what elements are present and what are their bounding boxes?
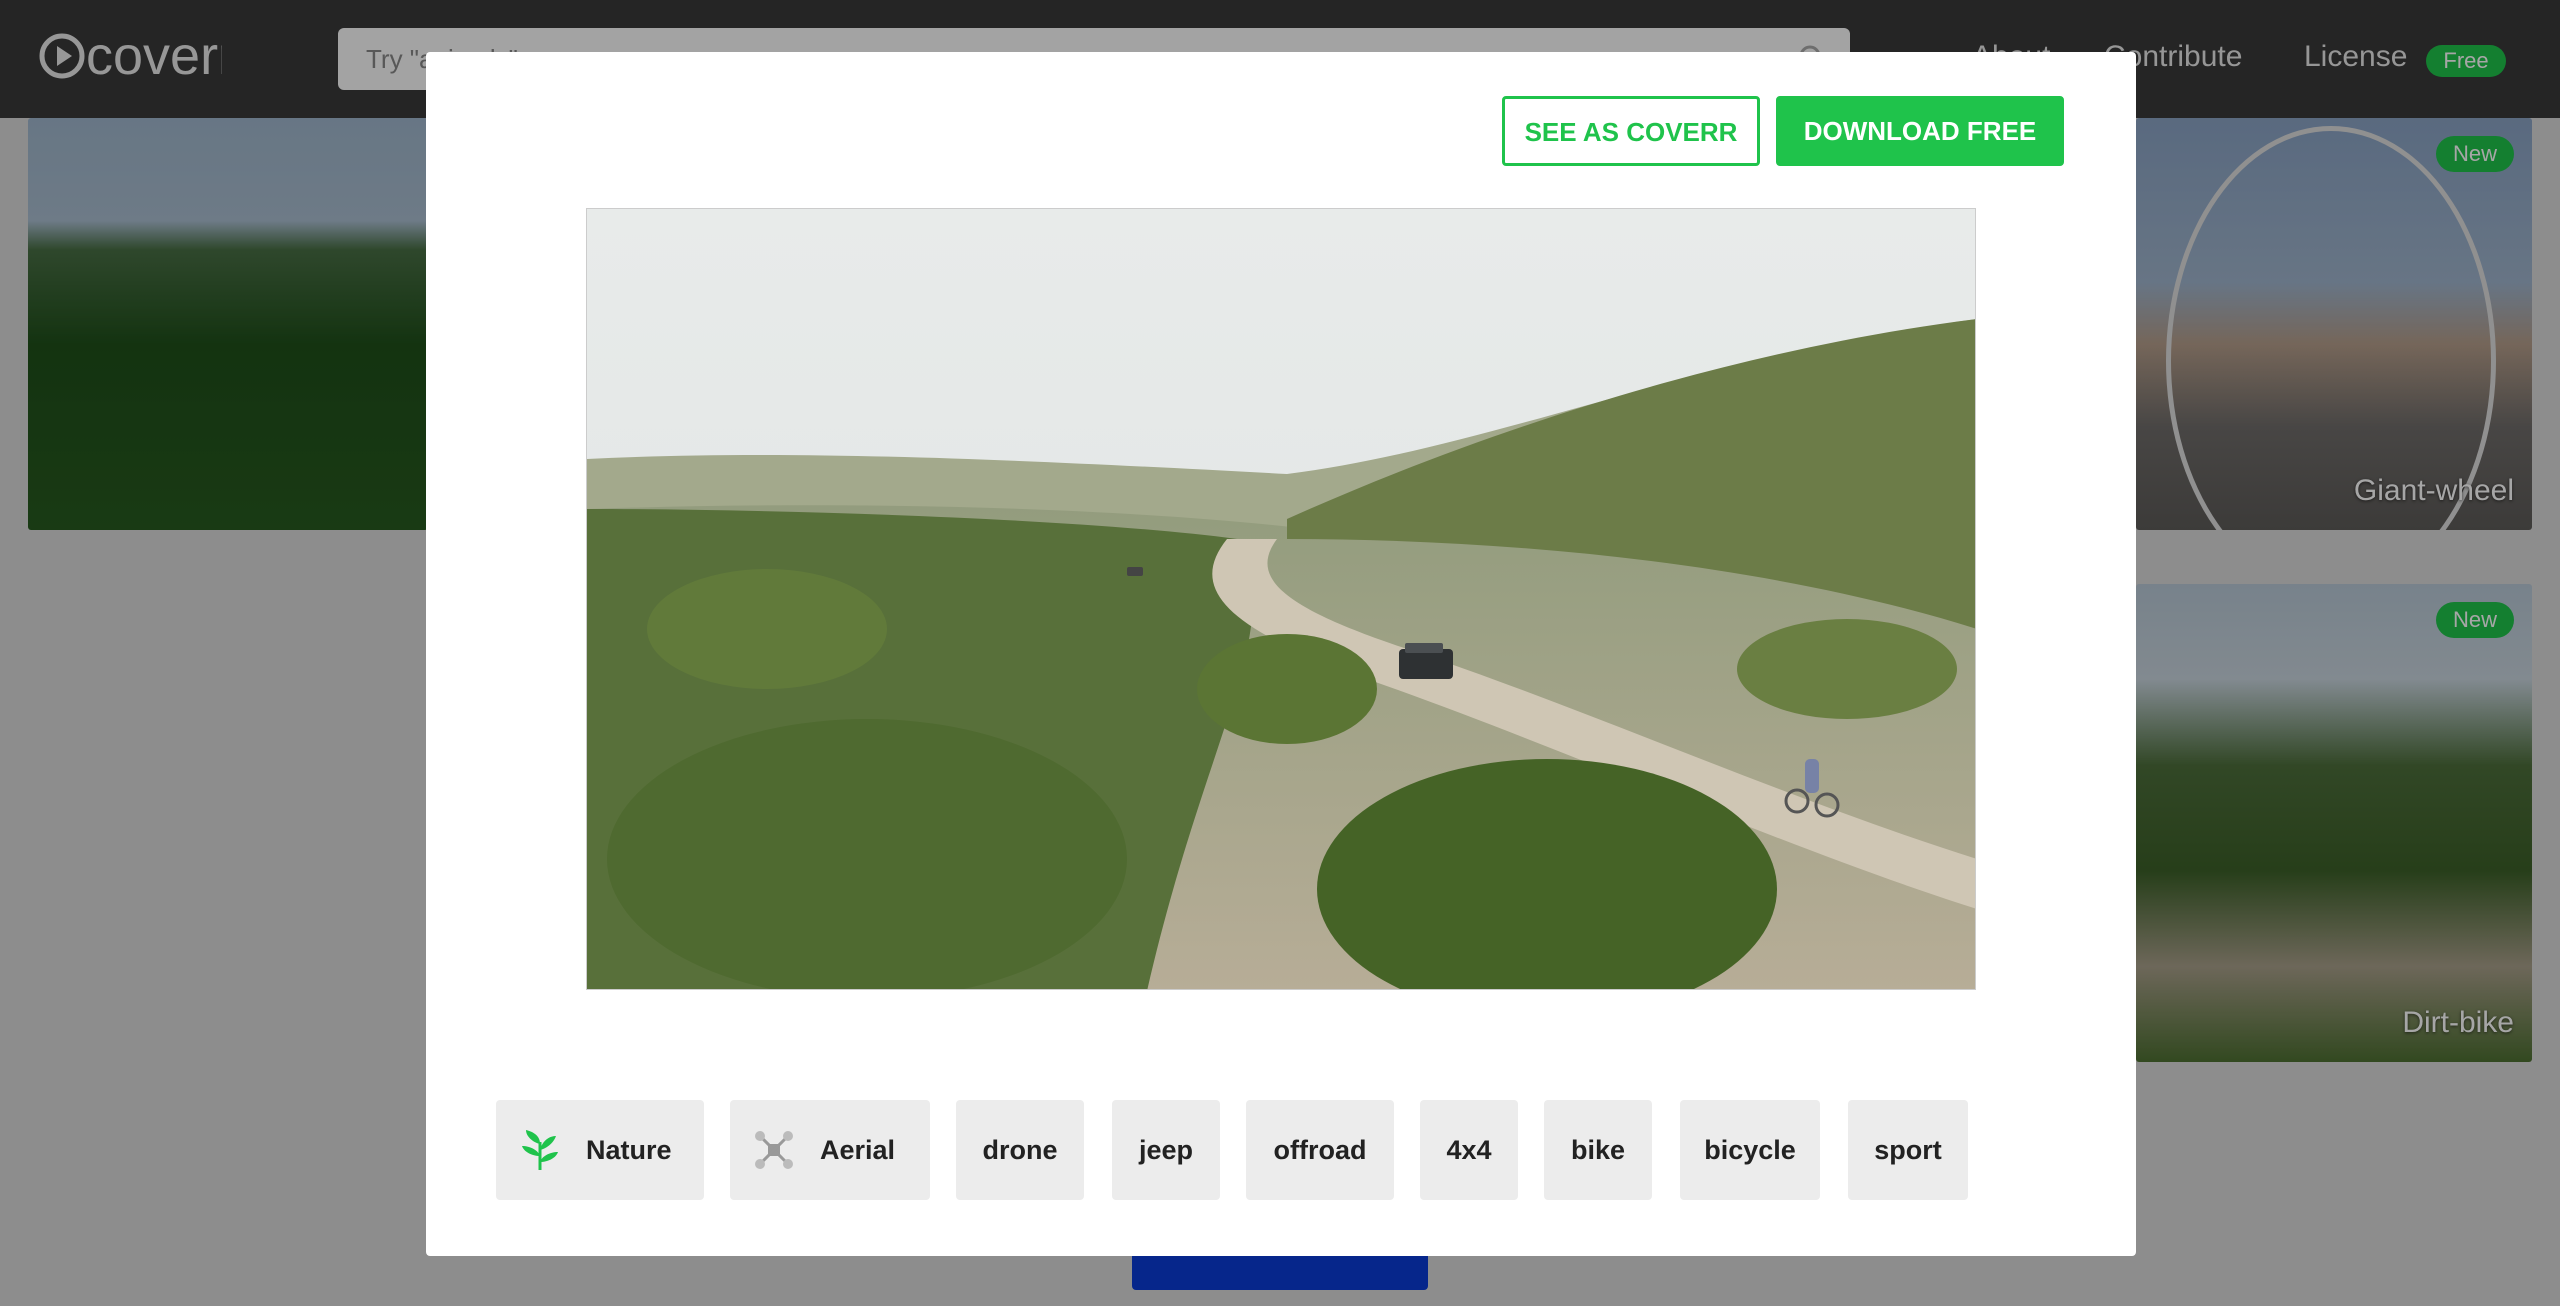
download-free-button[interactable]: DOWNLOAD FREE	[1776, 96, 2064, 166]
tag-sport[interactable]: sport	[1848, 1100, 1968, 1200]
tag-label: bike	[1570, 1135, 1626, 1165]
tag-4x4[interactable]: 4x4	[1420, 1100, 1518, 1200]
leaf-icon	[522, 1130, 558, 1170]
tag-bike[interactable]: bike	[1544, 1100, 1652, 1200]
tag-bicycle[interactable]: bicycle	[1680, 1100, 1820, 1200]
video-preview-modal: SEE AS COVERR DOWNLOAD FREE Nature Aeria…	[426, 52, 2136, 1256]
tag-aerial[interactable]: Aerial	[730, 1100, 930, 1200]
tag-nature[interactable]: Nature	[496, 1100, 704, 1200]
tag-label: jeep	[1138, 1135, 1194, 1165]
tag-label: sport	[1874, 1135, 1942, 1165]
aerial-offroad-scene	[587, 209, 1975, 989]
tag-label: Aerial	[820, 1135, 896, 1165]
drone-icon	[755, 1131, 793, 1169]
video-preview[interactable]	[586, 208, 1976, 990]
tag-label: 4x4	[1446, 1135, 1492, 1165]
tag-label: Nature	[586, 1135, 672, 1165]
tag-jeep[interactable]: jeep	[1112, 1100, 1220, 1200]
see-as-coverr-button[interactable]: SEE AS COVERR	[1502, 96, 1760, 166]
tag-drone[interactable]: drone	[956, 1100, 1084, 1200]
tag-label: drone	[982, 1135, 1058, 1165]
tag-offroad[interactable]: offroad	[1246, 1100, 1394, 1200]
tag-label: bicycle	[1704, 1135, 1796, 1165]
tag-label: offroad	[1273, 1135, 1367, 1165]
